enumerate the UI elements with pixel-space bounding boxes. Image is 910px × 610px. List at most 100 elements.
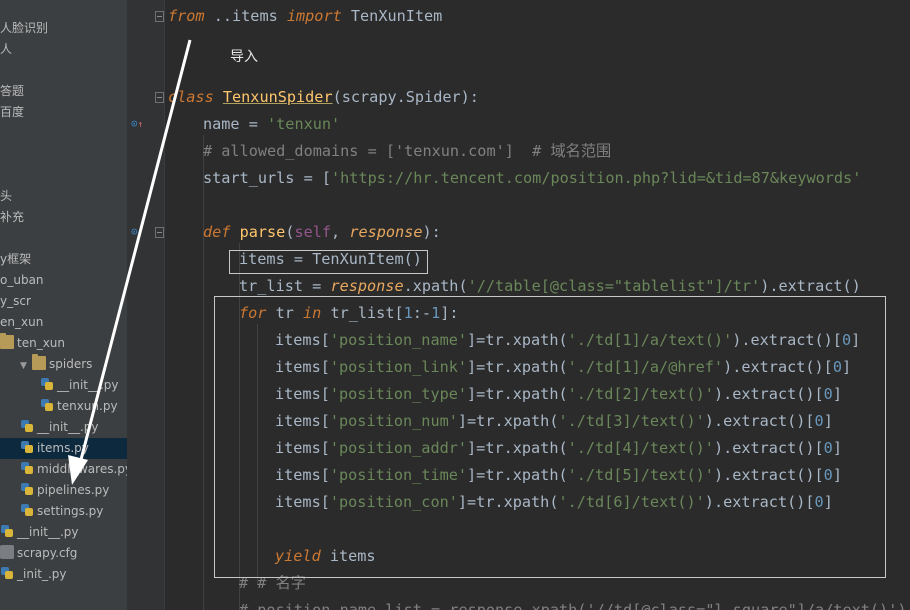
self-param: self — [294, 223, 332, 241]
tree-item[interactable]: ten_xun — [0, 333, 127, 354]
tree-item[interactable]: 头 — [0, 186, 127, 207]
fold-marker-icon[interactable] — [155, 11, 164, 22]
python-file-icon — [40, 398, 54, 412]
tree-item[interactable]: items.py — [0, 438, 127, 459]
project-tree: 人脸识别人答题百度头补充 y框架 o_uban y_scr en_xun ten_xun ▼… — [0, 0, 127, 610]
paren-close: ): — [422, 223, 441, 241]
annotation-text: 导入 — [230, 49, 258, 65]
class-name: TenxunSpider — [222, 88, 333, 106]
tree-item[interactable]: 百度 — [0, 102, 127, 123]
function-name: parse — [239, 223, 286, 241]
code-line-class[interactable]: class TenxunSpider(scrapy.Spider): — [168, 84, 479, 111]
tree-item[interactable]: 补充 — [0, 207, 127, 228]
tree-item[interactable]: 答题 — [0, 81, 127, 102]
code-line-import[interactable]: from ..items import TenXunItem — [168, 3, 442, 30]
code-line-comment[interactable]: # allowed_domains = ['tenxun.com'] # 域名范… — [203, 138, 611, 165]
imported-name: TenXunItem — [341, 7, 443, 25]
tree-item-label: _init_.py — [17, 567, 67, 581]
indent-guide — [203, 135, 204, 610]
tree-item-label: settings.py — [37, 504, 104, 518]
folder-icon — [32, 354, 46, 370]
tree-item[interactable]: y_scr — [0, 291, 127, 312]
start-urls-assign: start_urls = [ — [203, 169, 332, 187]
tree-item-label: spiders — [49, 357, 93, 371]
tree-item-label: y框架 — [0, 252, 32, 266]
tree-item-label: 答题 — [0, 84, 25, 98]
tree-item-label: 补充 — [0, 210, 25, 224]
name-value: 'tenxun' — [267, 115, 341, 133]
tree-item-label: o_uban — [0, 273, 44, 287]
start-urls-value: 'https://hr.tencent.com/position.php?lid… — [331, 169, 862, 187]
tree-item-label: pipelines.py — [37, 483, 110, 497]
keyword-class: class — [168, 88, 214, 106]
xpath-call: .xpath( — [403, 277, 468, 295]
override-marker-icon[interactable]: ⊙↑ — [131, 118, 143, 131]
tree-item[interactable]: tenxun.py — [0, 396, 127, 417]
keyword-from: from — [168, 7, 205, 25]
code-line-def-parse[interactable]: def parse(self, response): — [203, 219, 441, 246]
tree-item[interactable] — [0, 0, 127, 18]
override-marker-icon[interactable]: ⊙ — [131, 226, 138, 238]
python-file-icon — [40, 377, 54, 391]
tree-item[interactable]: __init__.py — [0, 375, 127, 396]
response-ref: response — [330, 277, 404, 295]
keyword-import: import — [286, 7, 342, 25]
tree-item-label: 头 — [0, 189, 13, 203]
tree-item[interactable]: _init_.py — [0, 564, 127, 585]
tree-item-label: ten_xun — [17, 336, 66, 350]
tree-item-label: __init__.py — [37, 420, 99, 434]
tree-item[interactable]: y框架 — [0, 249, 127, 270]
tree-item-label: y_scr — [0, 294, 31, 308]
tree-item[interactable]: __init__.py — [0, 522, 127, 543]
fold-marker-icon[interactable] — [155, 92, 164, 103]
tree-item-label: 人 — [0, 42, 13, 56]
tree-item[interactable]: pipelines.py — [0, 480, 127, 501]
name-assign: name = — [203, 115, 268, 133]
tree-item[interactable]: settings.py — [0, 501, 127, 522]
tree-item-label: __init__.py — [17, 525, 79, 539]
tree-item-label: scrapy.cfg — [17, 546, 78, 560]
editor-gutter: ⊙↑ ⊙ — [127, 0, 165, 610]
tree-item[interactable]: middlewares.py — [0, 459, 127, 480]
tree-item[interactable]: __init__.py — [0, 417, 127, 438]
tree-item[interactable]: scrapy.cfg — [0, 543, 127, 564]
tree-item-label: 人脸识别 — [0, 21, 49, 35]
tree-item[interactable]: en_xun — [0, 312, 127, 333]
tree-item[interactable]: 人脸识别 — [0, 18, 127, 39]
code-line-name[interactable]: name = 'tenxun' — [203, 111, 340, 138]
tree-item[interactable]: ▼ spiders — [0, 354, 127, 375]
folder-icon — [0, 333, 14, 349]
tree-item[interactable] — [0, 228, 127, 249]
tree-item[interactable]: 人 — [0, 39, 127, 60]
tree-item-label: en_xun — [0, 315, 44, 329]
module-path: ..items — [204, 7, 287, 25]
expand-arrow-icon[interactable]: ▼ — [20, 356, 32, 375]
tree-item[interactable] — [0, 60, 127, 81]
comma: , — [331, 223, 350, 241]
tree-item[interactable] — [0, 144, 127, 165]
tr-list-assign: tr_list = — [239, 277, 331, 295]
highlight-box — [229, 250, 428, 274]
python-file-icon — [0, 566, 14, 580]
tree-item[interactable] — [0, 123, 127, 144]
python-file-icon — [20, 503, 34, 517]
xpath-string: '//table[@class="tablelist"]/tr' — [467, 277, 761, 295]
python-file-icon — [20, 461, 34, 475]
tree-item-label: middlewares.py — [37, 462, 127, 476]
class-base: (scrapy.Spider): — [332, 88, 479, 106]
tree-item-label: 百度 — [0, 105, 25, 119]
response-param: response — [349, 223, 423, 241]
tree-item-label: items.py — [37, 441, 89, 455]
tree-item[interactable]: o_uban — [0, 270, 127, 291]
tree-item-label: __init__.py — [57, 378, 119, 392]
python-file-icon — [0, 524, 14, 538]
code-line-start-urls[interactable]: start_urls = ['https://hr.tencent.com/po… — [203, 165, 861, 192]
config-file-icon — [0, 545, 14, 559]
code-editor[interactable]: from ..items import TenXunItem 导入 class … — [165, 0, 910, 610]
python-file-icon — [20, 440, 34, 454]
highlight-box — [214, 296, 886, 578]
fold-marker-icon[interactable] — [155, 227, 164, 238]
code-line-comment-xpath[interactable]: # position_name_list = response.xpath('/… — [239, 597, 907, 610]
tree-item[interactable] — [0, 165, 127, 186]
python-file-icon — [20, 482, 34, 496]
